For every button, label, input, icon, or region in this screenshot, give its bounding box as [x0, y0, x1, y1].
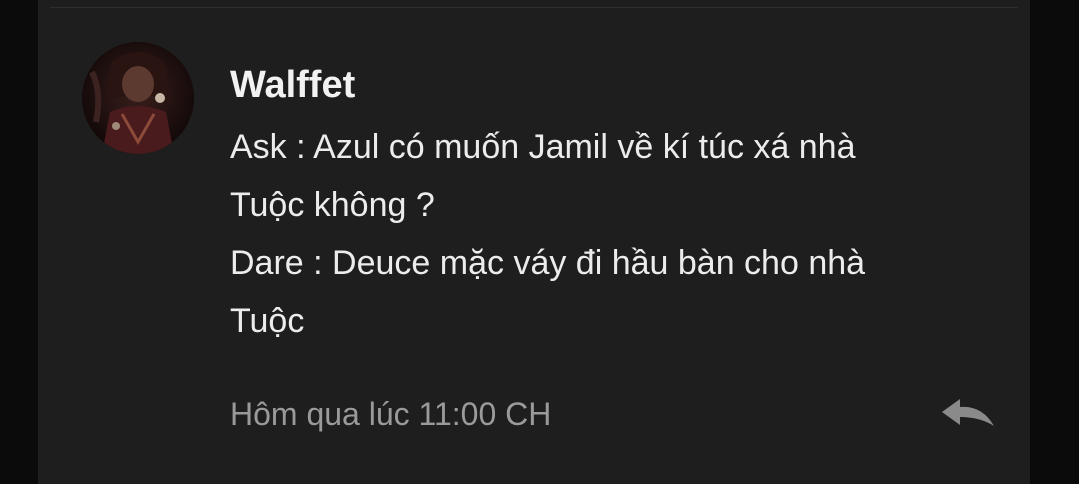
- comment-card: Walffet Ask : Azul có muốn Jamil về kí t…: [38, 0, 1030, 484]
- avatar-image: [82, 42, 194, 154]
- comment-line: Tuộc: [230, 302, 305, 340]
- author-name[interactable]: Walffet: [230, 56, 990, 114]
- reply-arrow-icon: [942, 399, 994, 426]
- comment-line: Ask : Azul có muốn Jamil về kí túc xá nh…: [230, 128, 856, 166]
- reply-button[interactable]: [936, 394, 1000, 434]
- comment-footer: Hôm qua lúc 11:00 CH: [230, 386, 1000, 442]
- avatar[interactable]: [82, 42, 194, 154]
- comment-line: Dare : Deuce mặc váy đi hầu bàn cho nhà: [230, 244, 866, 282]
- comment-text: Ask : Azul có muốn Jamil về kí túc xá nh…: [230, 118, 990, 350]
- screen: Walffet Ask : Azul có muốn Jamil về kí t…: [0, 0, 1079, 484]
- divider: [50, 7, 1018, 8]
- timestamp: Hôm qua lúc 11:00 CH: [230, 395, 552, 432]
- comment-body: Walffet Ask : Azul có muốn Jamil về kí t…: [230, 56, 990, 350]
- comment-line: Tuộc không ?: [230, 186, 435, 224]
